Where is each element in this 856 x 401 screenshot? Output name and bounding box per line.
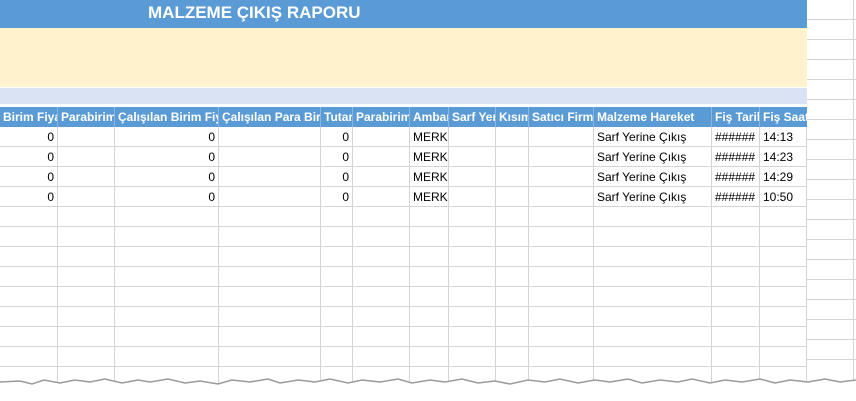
cell-tutar[interactable]: 0 (321, 147, 353, 167)
gridline (853, 0, 854, 401)
gridline (0, 366, 807, 367)
column-header-sarf-yeri[interactable]: Sarf Yeri (449, 107, 496, 127)
report-title-band: MALZEME ÇIKIŞ RAPORU (0, 0, 807, 28)
cell-fis-tarihi[interactable]: ###### (712, 167, 760, 187)
data-grid: 0 0 0 MERK Sarf Yerine Çıkış ###### 14:1… (0, 127, 807, 401)
cell-malzeme-hareket[interactable]: Sarf Yerine Çıkış (594, 187, 712, 207)
column-header-parabirimi-2[interactable]: Parabirimi (353, 107, 410, 127)
table-row: 0 0 0 MERK Sarf Yerine Çıkış ###### 10:5… (0, 187, 807, 207)
cell-calisilan-birim-fiyat[interactable]: 0 (115, 187, 219, 207)
gridline (807, 199, 856, 200)
report-note-band[interactable] (0, 28, 807, 87)
torn-edge-decoration (0, 378, 856, 401)
table-row: 0 0 0 MERK Sarf Yerine Çıkış ###### 14:1… (0, 127, 807, 147)
gridline (807, 139, 856, 140)
cell-fis-tarihi[interactable]: ###### (712, 187, 760, 207)
cell-fis-saati[interactable]: 14:13 (760, 127, 807, 147)
cell-birim-fiyat[interactable]: 0 (0, 187, 58, 207)
cell-fis-saati[interactable]: 14:23 (760, 147, 807, 167)
gridline (807, 119, 856, 120)
table-row: 0 0 0 MERK Sarf Yerine Çıkış ###### 14:2… (0, 167, 807, 187)
cell-malzeme-hareket[interactable]: Sarf Yerine Çıkış (594, 127, 712, 147)
column-header-tutar[interactable]: Tutar (321, 107, 353, 127)
gridline (0, 246, 807, 247)
gridline (807, 239, 856, 240)
cell-birim-fiyat[interactable]: 0 (0, 147, 58, 167)
cell-fis-saati[interactable]: 14:29 (760, 167, 807, 187)
report-title: MALZEME ÇIKIŞ RAPORU (148, 3, 361, 22)
gridline (0, 306, 807, 307)
gridline (807, 59, 856, 60)
gridline (807, 179, 856, 180)
report-sub-band[interactable] (0, 88, 807, 104)
cell-tutar[interactable]: 0 (321, 167, 353, 187)
column-header-row: Birim Fiyat Parabirimi Çalışılan Birim F… (0, 107, 807, 127)
column-header-fis-tarihi[interactable]: Fiş Tarihi (712, 107, 760, 127)
gridline (807, 319, 856, 320)
cell-tutar[interactable]: 0 (321, 127, 353, 147)
cell-ambar[interactable]: MERK (410, 147, 449, 167)
column-header-malzeme-hareket[interactable]: Malzeme Hareket (594, 107, 712, 127)
cell-ambar[interactable]: MERK (410, 187, 449, 207)
gridline (0, 226, 807, 227)
cell-ambar[interactable]: MERK (410, 167, 449, 187)
cell-fis-saati[interactable]: 10:50 (760, 187, 807, 207)
cell-malzeme-hareket[interactable]: Sarf Yerine Çıkış (594, 167, 712, 187)
gridline (807, 359, 856, 360)
column-header-kisim[interactable]: Kısım (496, 107, 529, 127)
gridline (0, 266, 807, 267)
gridline (0, 346, 807, 347)
cell-calisilan-birim-fiyat[interactable]: 0 (115, 147, 219, 167)
cell-fis-tarihi[interactable]: ###### (712, 127, 760, 147)
column-header-calisilan-para-birimi[interactable]: Çalışılan Para Birimi (219, 107, 321, 127)
table-row: 0 0 0 MERK Sarf Yerine Çıkış ###### 14:2… (0, 147, 807, 167)
adjacent-empty-pane (807, 0, 856, 401)
gridline (807, 159, 856, 160)
gridline (0, 286, 807, 287)
gridline (807, 339, 856, 340)
gridline (807, 79, 856, 80)
cell-tutar[interactable]: 0 (321, 187, 353, 207)
gridline (807, 279, 856, 280)
cell-birim-fiyat[interactable]: 0 (0, 127, 58, 147)
column-header-parabirimi[interactable]: Parabirimi (58, 107, 115, 127)
column-header-satici-firma[interactable]: Satıcı Firma (529, 107, 594, 127)
cell-fis-tarihi[interactable]: ###### (712, 147, 760, 167)
column-header-birim-fiyat[interactable]: Birim Fiyat (0, 107, 58, 127)
gridline (807, 39, 856, 40)
gridline (807, 219, 856, 220)
cell-ambar[interactable]: MERK (410, 127, 449, 147)
spreadsheet-sheet: MALZEME ÇIKIŞ RAPORU Birim Fiyat Parabir… (0, 0, 807, 401)
gridline (807, 99, 856, 100)
column-header-ambar[interactable]: Ambar (410, 107, 449, 127)
column-header-fis-saati[interactable]: Fiş Saati (760, 107, 807, 127)
gridline (807, 299, 856, 300)
cell-calisilan-birim-fiyat[interactable]: 0 (115, 127, 219, 147)
cell-malzeme-hareket[interactable]: Sarf Yerine Çıkış (594, 147, 712, 167)
column-header-calisilan-birim-fiyat[interactable]: Çalışılan Birim Fiyat (115, 107, 219, 127)
gridline (807, 19, 856, 20)
gridline (807, 259, 856, 260)
cell-calisilan-birim-fiyat[interactable]: 0 (115, 167, 219, 187)
gridline (0, 326, 807, 327)
cell-birim-fiyat[interactable]: 0 (0, 167, 58, 187)
